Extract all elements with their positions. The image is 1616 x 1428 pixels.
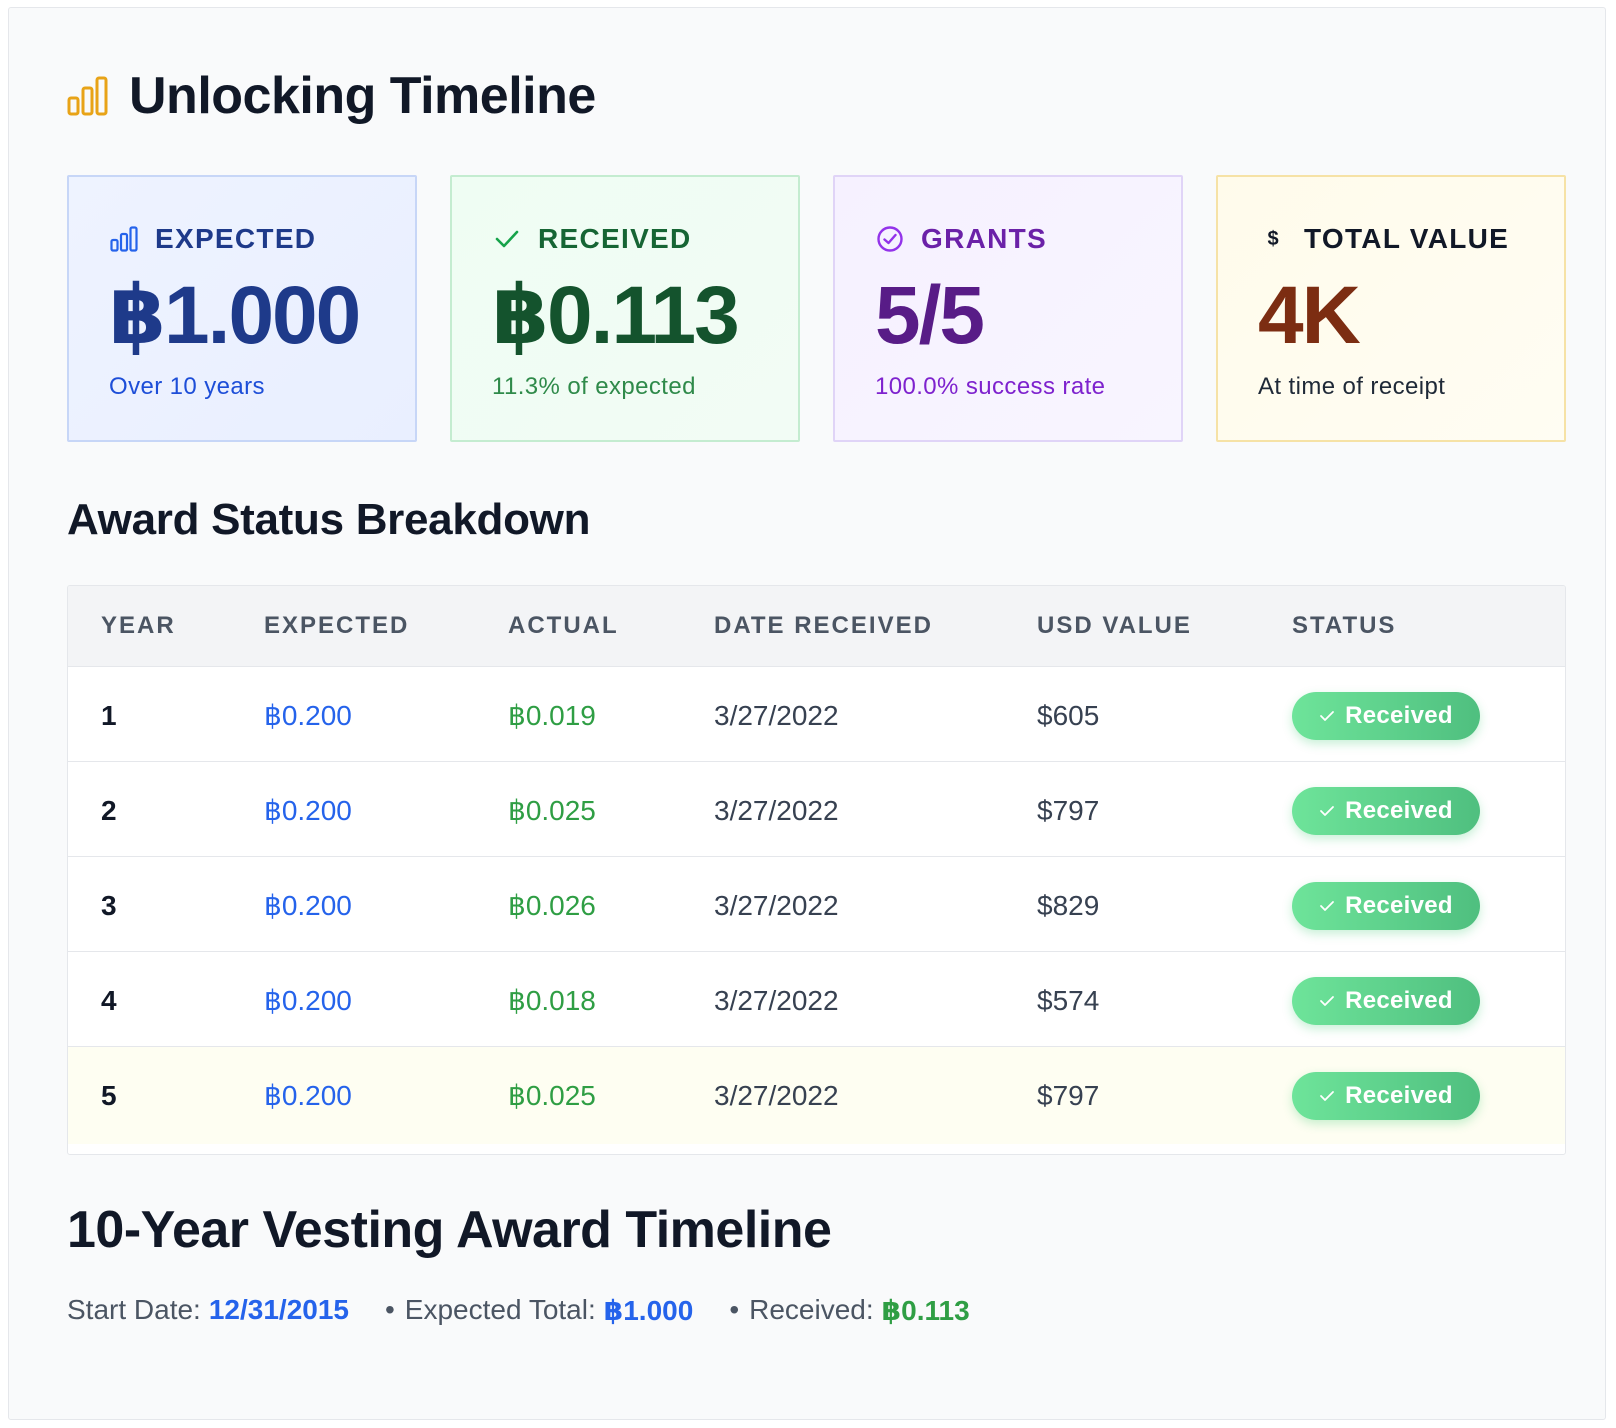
table-row[interactable]: 4 ฿0.200 ฿0.018 3/27/2022 $574 Received [68, 951, 1565, 1049]
column-header-status[interactable]: STATUS [1292, 586, 1396, 666]
expected-card-subtitle: Over 10 years [109, 373, 265, 400]
grants-card-value: 5/5 [875, 270, 985, 361]
actual-cell: ฿0.019 [508, 700, 596, 731]
column-header-date-received[interactable]: DATE RECEIVED [714, 586, 933, 666]
expected-total-value: ฿1.000 [603, 1294, 694, 1326]
year-cell: 4 [101, 985, 117, 1016]
timeline-summary: Start Date: 12/31/2015 • Expected Total:… [67, 1290, 1006, 1330]
check-circle-icon [875, 225, 905, 253]
received-card-label: RECEIVED [538, 223, 692, 254]
status-label: Received [1345, 702, 1453, 729]
expected-cell: ฿0.200 [264, 890, 352, 921]
received-total-label: Received: [749, 1294, 874, 1325]
received-total-value: ฿0.113 [881, 1294, 970, 1326]
separator-dot: • [384, 1294, 395, 1325]
received-total-item: • Received: ฿0.113 [729, 1294, 969, 1327]
expected-card-value: ฿1.000 [109, 270, 361, 361]
table-row[interactable]: 1 ฿0.200 ฿0.019 3/27/2022 $605 Received [68, 666, 1565, 764]
grants-card-label: GRANTS [921, 223, 1048, 254]
actual-cell: ฿0.018 [508, 985, 596, 1016]
total-value-card-subtitle: At time of receipt [1258, 373, 1446, 400]
table-row[interactable]: 2 ฿0.200 ฿0.025 3/27/2022 $797 Received [68, 761, 1565, 859]
column-header-usd-value[interactable]: USD VALUE [1037, 586, 1192, 666]
check-icon [1320, 996, 1334, 1006]
year-cell: 1 [101, 700, 117, 731]
total-value-card: $ TOTAL VALUE 4K At time of receipt [1216, 175, 1566, 442]
actual-cell: ฿0.025 [508, 1080, 596, 1111]
start-date-item: Start Date: 12/31/2015 [67, 1294, 349, 1326]
usd-value-cell: $797 [1037, 795, 1100, 826]
start-date-label: Start Date: [67, 1294, 201, 1325]
status-label: Received [1345, 892, 1453, 919]
grants-card-subtitle: 100.0% success rate [875, 373, 1106, 400]
date-received-cell: 3/27/2022 [714, 890, 839, 921]
actual-cell: ฿0.025 [508, 795, 596, 826]
column-header-actual[interactable]: ACTUAL [508, 586, 619, 666]
status-badge: Received [1292, 692, 1480, 740]
date-received-cell: 3/27/2022 [714, 985, 839, 1016]
start-date-value: 12/31/2015 [208, 1294, 349, 1325]
page-title: Unlocking Timeline [129, 67, 596, 125]
column-header-expected[interactable]: EXPECTED [264, 586, 409, 666]
check-icon [1320, 711, 1334, 721]
separator-dot: • [729, 1294, 740, 1325]
expected-total-label: Expected Total: [404, 1294, 596, 1325]
usd-value-cell: $797 [1037, 1080, 1100, 1111]
received-card: RECEIVED ฿0.113 11.3% of expected [450, 175, 800, 442]
status-label: Received [1345, 1082, 1453, 1109]
status-badge: Received [1292, 977, 1480, 1025]
total-value-card-value: 4K [1258, 270, 1361, 361]
year-cell: 2 [101, 795, 117, 826]
date-received-cell: 3/27/2022 [714, 1080, 839, 1111]
year-cell: 5 [101, 1080, 117, 1111]
check-icon [1320, 806, 1334, 816]
status-badge: Received [1292, 882, 1480, 930]
page-header: Unlocking Timeline [67, 64, 596, 128]
summary-cards: EXPECTED ฿1.000 Over 10 years RECEIVED ฿… [67, 175, 1567, 442]
expected-card: EXPECTED ฿1.000 Over 10 years [67, 175, 417, 442]
breakdown-title: Award Status Breakdown [67, 495, 591, 544]
total-value-card-label: TOTAL VALUE [1304, 223, 1510, 254]
grants-card: GRANTS 5/5 100.0% success rate [833, 175, 1183, 442]
usd-value-cell: $574 [1037, 985, 1100, 1016]
expected-cell: ฿0.200 [264, 1080, 352, 1111]
check-icon [1320, 901, 1334, 911]
bar-chart-icon [109, 226, 139, 252]
expected-card-label: EXPECTED [155, 223, 317, 254]
year-cell: 3 [101, 890, 117, 921]
bar-chart-icon [67, 76, 109, 116]
column-header-year[interactable]: YEAR [101, 586, 176, 666]
date-received-cell: 3/27/2022 [714, 795, 839, 826]
table-header: YEAR EXPECTED ACTUAL DATE RECEIVED USD V… [68, 586, 1565, 666]
usd-value-cell: $829 [1037, 890, 1100, 921]
table-row[interactable]: 5 ฿0.200 ฿0.025 3/27/2022 $797 Received [68, 1046, 1565, 1144]
status-label: Received [1345, 797, 1453, 824]
table-row[interactable]: 3 ฿0.200 ฿0.026 3/27/2022 $829 Received [68, 856, 1565, 954]
vesting-timeline-title: 10-Year Vesting Award Timeline [67, 1201, 832, 1259]
status-badge: Received [1292, 787, 1480, 835]
status-label: Received [1345, 987, 1453, 1014]
expected-total-item: • Expected Total: ฿1.000 [385, 1294, 693, 1327]
dollar-icon: $ [1267, 227, 1279, 250]
expected-cell: ฿0.200 [264, 985, 352, 1016]
status-badge: Received [1292, 1072, 1480, 1120]
expected-cell: ฿0.200 [264, 795, 352, 826]
check-icon [1320, 1091, 1334, 1101]
check-icon [492, 228, 522, 250]
award-status-table: YEAR EXPECTED ACTUAL DATE RECEIVED USD V… [67, 585, 1566, 1155]
received-card-value: ฿0.113 [492, 270, 740, 361]
received-card-subtitle: 11.3% of expected [492, 373, 696, 400]
usd-value-cell: $605 [1037, 700, 1100, 731]
unlocking-timeline-panel: Unlocking Timeline EXPECTED ฿1.000 Over … [8, 7, 1606, 1420]
actual-cell: ฿0.026 [508, 890, 596, 921]
date-received-cell: 3/27/2022 [714, 700, 839, 731]
expected-cell: ฿0.200 [264, 700, 352, 731]
